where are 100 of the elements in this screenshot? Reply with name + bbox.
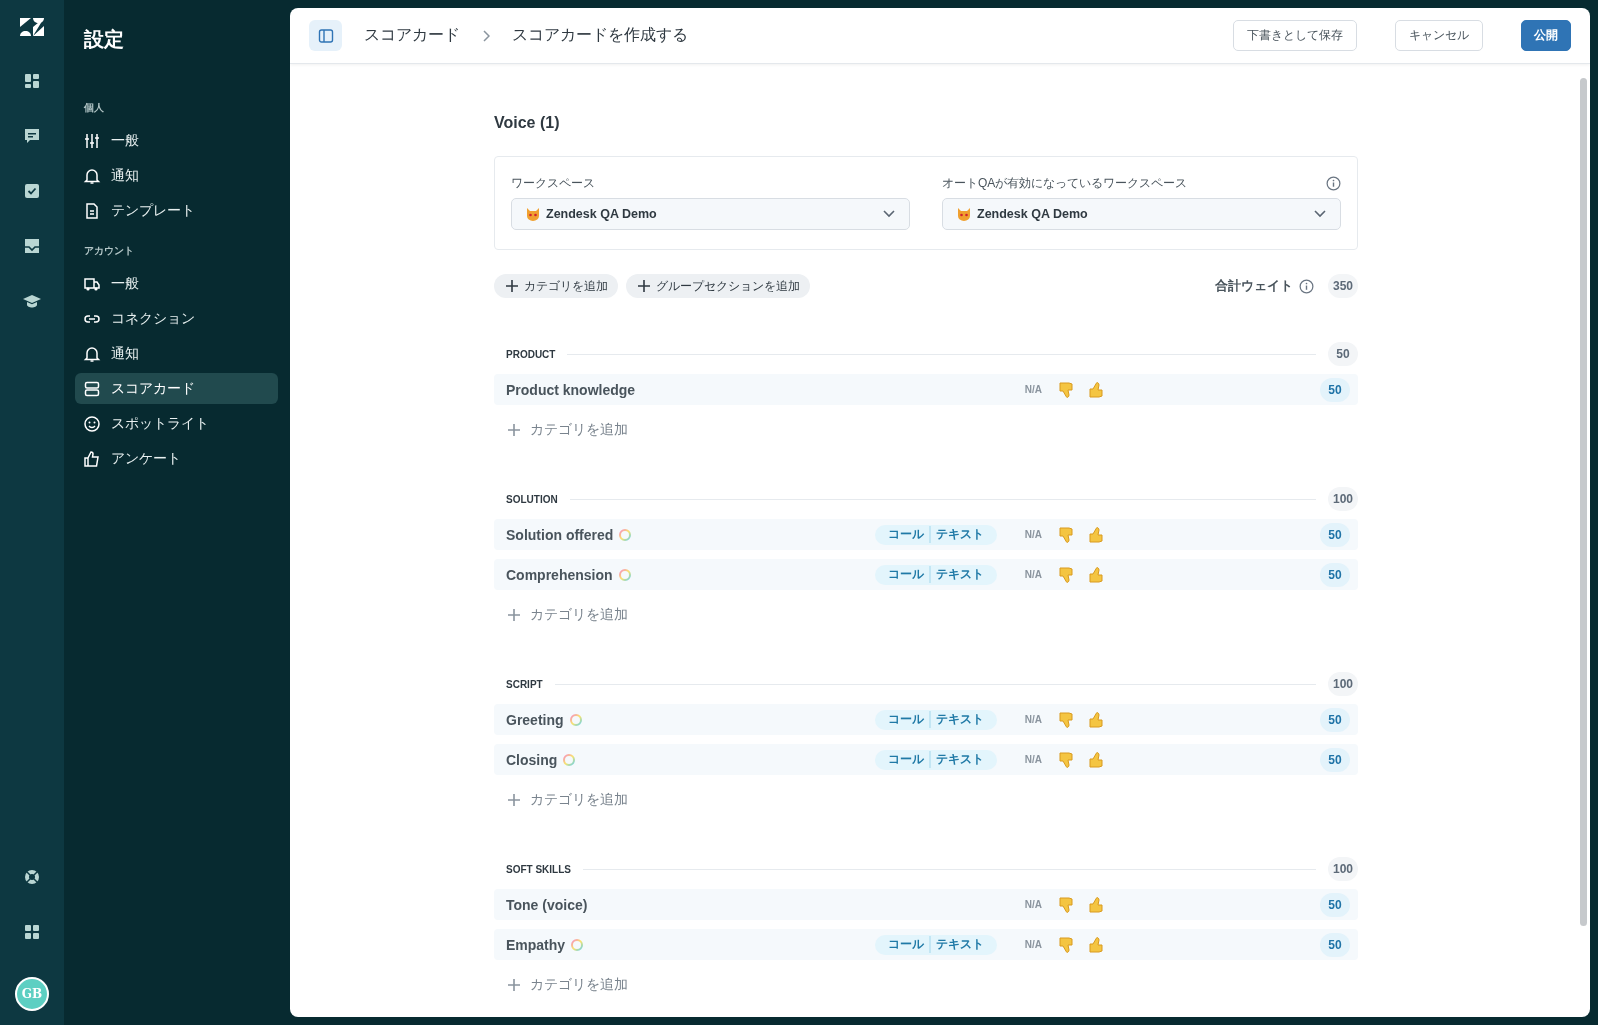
channel-tags: コール テキスト (874, 709, 997, 730)
thumbs-up-icon[interactable] (1088, 565, 1106, 584)
category-name: Tone (voice) (506, 896, 588, 913)
group-heading: 個人 (84, 101, 104, 115)
category-weight: 50 (1320, 707, 1350, 732)
category-weight: 50 (1320, 522, 1350, 547)
header-button[interactable]: キャンセル (1395, 20, 1483, 51)
category-row[interactable]: Empathy コール テキスト N/A 50 (494, 929, 1358, 960)
cat-face-icon (957, 207, 971, 221)
add-button[interactable]: グループセクションを追加 (626, 274, 810, 298)
plus-icon (508, 424, 520, 436)
field-label: ワークスペース (511, 175, 595, 192)
sidebar-item[interactable]: 通知 (75, 338, 278, 369)
checkbox-icon[interactable] (22, 181, 42, 201)
category-row[interactable]: Tone (voice) N/A 50 (494, 889, 1358, 920)
thumbs-up-icon[interactable] (1088, 895, 1106, 914)
chat-icon[interactable] (22, 126, 42, 146)
add-category-link[interactable]: カテゴリを追加 (508, 972, 628, 998)
channel-tags: コール テキスト (874, 934, 997, 955)
channel-tags: コール テキスト (874, 749, 997, 770)
chevron-down-icon (1314, 210, 1326, 218)
section-weight: 100 (1328, 672, 1358, 696)
category-weight: 50 (1320, 377, 1350, 402)
category-weight: 50 (1320, 562, 1350, 587)
publish-button[interactable]: 公開 (1521, 20, 1571, 51)
sidebar-item[interactable]: 一般 (75, 268, 278, 299)
add-category-link[interactable]: カテゴリを追加 (508, 787, 628, 813)
category-name: Solution offered (506, 526, 614, 543)
total-weight-label: 合計ウェイト (1215, 277, 1293, 295)
sidebar-item[interactable]: 通知 (75, 160, 278, 191)
field-label: オートQAが有効になっているワークスペース (942, 175, 1188, 192)
thumbs-up-icon[interactable] (1088, 525, 1106, 544)
thumbs-down-icon[interactable] (1058, 750, 1076, 769)
thumbs-up-icon[interactable] (1088, 935, 1106, 954)
category-row[interactable]: Solution offered コール テキスト N/A 50 (494, 519, 1358, 550)
thumbs-down-icon[interactable] (1058, 565, 1076, 584)
dashboard-icon[interactable] (22, 71, 42, 91)
scorecard-title: Voice (1) (494, 114, 560, 132)
bell-icon (83, 344, 101, 363)
total-weight-value: 350 (1328, 274, 1358, 298)
sidebar-toggle-button[interactable] (309, 20, 342, 51)
section-weight: 50 (1328, 342, 1358, 366)
category-name: Greeting (506, 711, 564, 728)
add-category-link[interactable]: カテゴリを追加 (508, 602, 628, 628)
section-weight: 100 (1328, 857, 1358, 881)
add-category-link[interactable]: カテゴリを追加 (508, 417, 628, 443)
category-weight: 50 (1320, 892, 1350, 917)
sidebar-item[interactable]: アンケート (75, 443, 278, 474)
thumbs-down-icon[interactable] (1058, 525, 1076, 544)
add-button[interactable]: カテゴリを追加 (494, 274, 618, 298)
category-row[interactable]: Comprehension コール テキスト N/A 50 (494, 559, 1358, 590)
thumbs-down-icon[interactable] (1058, 935, 1076, 954)
scrollbar[interactable] (1580, 78, 1587, 926)
sidebar-item[interactable]: コネクション (75, 303, 278, 334)
category-row[interactable]: Product knowledge N/A 50 (494, 374, 1358, 405)
inbox-icon[interactable] (22, 236, 42, 256)
plus-icon (638, 280, 650, 292)
thumbs-up-icon[interactable] (1088, 710, 1106, 729)
category-weight: 50 (1320, 932, 1350, 957)
section-title: PRODUCT (506, 348, 556, 360)
category-name: Comprehension (506, 566, 613, 583)
sidebar-item[interactable]: テンプレート (75, 195, 278, 226)
thumbs-up-icon[interactable] (1088, 750, 1106, 769)
logo-icon[interactable] (20, 18, 44, 36)
breadcrumb-item[interactable]: スコアカード (364, 25, 460, 46)
section-title: SOLUTION (506, 493, 558, 505)
channel-tags: コール テキスト (874, 564, 997, 585)
settings-title: 設定 (84, 27, 124, 52)
category-row[interactable]: Closing コール テキスト N/A 50 (494, 744, 1358, 775)
thumbs-up-icon[interactable] (1088, 380, 1106, 399)
thumbs-up-icon (83, 449, 101, 468)
bell-icon (83, 166, 101, 185)
sidebar-item[interactable]: スポットライト (75, 408, 278, 439)
header-button[interactable]: 下書きとして保存 (1233, 20, 1357, 51)
info-icon[interactable] (1299, 278, 1314, 294)
section-title: SOFT SKILLS (506, 863, 571, 875)
workspace-dropdown[interactable]: Zendesk QA Demo (942, 198, 1341, 230)
category-name: Empathy (506, 936, 566, 953)
lifebuoy-icon[interactable] (22, 867, 42, 887)
section-weight: 100 (1328, 487, 1358, 511)
sidebar-item[interactable]: 一般 (75, 125, 278, 156)
sidebar-item[interactable]: スコアカード (75, 373, 278, 404)
category-name: Product knowledge (506, 381, 636, 398)
thumbs-down-icon[interactable] (1058, 380, 1076, 399)
breadcrumb-item: スコアカードを作成する (512, 25, 688, 45)
sliders-icon (83, 131, 101, 150)
document-icon (83, 201, 101, 220)
plus-icon (508, 609, 520, 621)
chevron-right-icon (482, 29, 490, 42)
chevron-down-icon (883, 210, 895, 218)
plus-icon (506, 280, 518, 292)
apps-grid-icon[interactable] (22, 922, 42, 942)
thumbs-down-icon[interactable] (1058, 710, 1076, 729)
info-icon[interactable] (1326, 176, 1341, 191)
thumbs-down-icon[interactable] (1058, 895, 1076, 914)
category-row[interactable]: Greeting コール テキスト N/A 50 (494, 704, 1358, 735)
plus-icon (508, 979, 520, 991)
scorecard-icon (83, 379, 101, 398)
workspace-dropdown[interactable]: Zendesk QA Demo (511, 198, 910, 230)
group-heading: アカウント (84, 244, 134, 258)
